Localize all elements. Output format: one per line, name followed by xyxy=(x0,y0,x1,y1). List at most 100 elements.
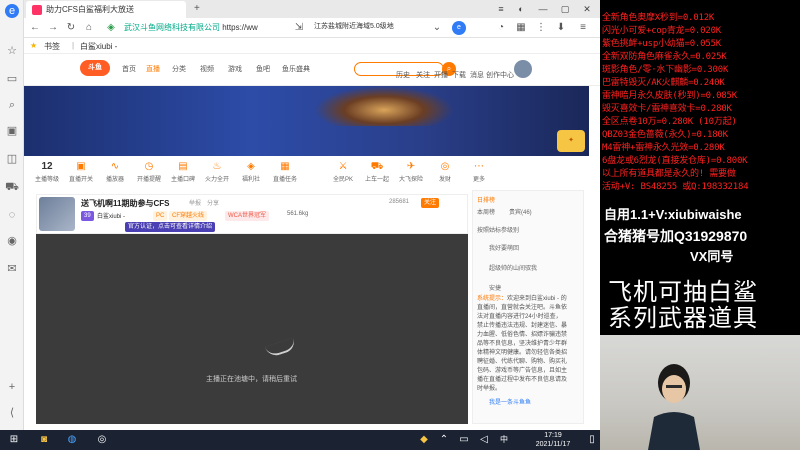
nav-live[interactable]: 直播 xyxy=(146,64,160,74)
nav-broadcast[interactable]: 开播 xyxy=(434,70,448,80)
volume-icon[interactable]: ◁ xyxy=(476,433,492,447)
more-icon[interactable]: ≡ xyxy=(576,21,590,35)
tag-pc[interactable]: PC xyxy=(153,211,168,221)
taskbar: ⊞ ◙ ◍ ◎ ◆ ⌃ ▭ ◁ 中 17:19 2021/11/17 ▯ xyxy=(0,430,600,450)
nav-video[interactable]: 视频 xyxy=(200,64,214,74)
anchor-name[interactable]: 白鲨xiubi - xyxy=(97,211,125,220)
tool-adventure[interactable]: ✈ 大飞探险 xyxy=(396,160,426,183)
chat-tab-vip[interactable]: 贵宾(46) xyxy=(509,207,532,216)
bookmark-item[interactable]: 白鲨xiubi - xyxy=(80,41,117,52)
minimize-icon[interactable]: — xyxy=(536,2,550,16)
tool-pk[interactable]: ⚔ 全民PK xyxy=(328,160,358,183)
tray-arrow-icon[interactable]: ⌃ xyxy=(436,433,452,447)
promo-badge[interactable]: ✦ xyxy=(557,130,585,152)
nav-festival[interactable]: 鱼乐盛典 xyxy=(282,64,310,74)
close-icon[interactable]: ✕ xyxy=(580,2,594,16)
nav-fishbar[interactable]: 鱼吧 xyxy=(256,64,270,74)
home-icon[interactable]: ⌂ xyxy=(82,21,96,35)
nav-category[interactable]: 分类 xyxy=(172,64,186,74)
fans-count: 285681 xyxy=(389,199,410,205)
tv-icon[interactable]: ▣ xyxy=(5,124,19,138)
book-icon[interactable]: ▭ xyxy=(5,72,19,86)
back-icon[interactable]: ← xyxy=(28,21,42,35)
chat-tab-week[interactable]: 本周榜 xyxy=(477,207,495,216)
tool-task[interactable]: ▦ 直播任务 xyxy=(270,160,300,183)
share-link[interactable]: 分享 xyxy=(207,198,219,207)
task-icon: ▦ xyxy=(280,161,290,172)
coin-icon: ◎ xyxy=(440,161,450,172)
search-engine-icon[interactable]: e xyxy=(452,21,466,35)
avatar[interactable] xyxy=(514,60,532,78)
tool-reputation[interactable]: ▤ 主播口碑 xyxy=(168,160,198,183)
ime-indicator[interactable]: 中 xyxy=(496,433,512,447)
apps-icon[interactable]: ⋮ xyxy=(534,21,548,35)
tool-live-switch[interactable]: ▣ 直播开关 xyxy=(66,160,96,183)
nav-history[interactable]: 历史 xyxy=(396,70,410,80)
new-tab-icon[interactable]: + xyxy=(194,3,200,14)
news-ticker[interactable]: 江苏盐城附近海域5.0级地 xyxy=(314,21,394,31)
user-icon[interactable]: ◔ xyxy=(494,21,508,35)
star-icon[interactable]: ☆ xyxy=(5,44,19,58)
price-line: QBZ03金色蔷薇(永久)=0.180K xyxy=(602,130,728,140)
official-badge[interactable]: 官方认证，点击可查看详情介绍 xyxy=(125,222,216,232)
clock[interactable]: 17:19 2021/11/17 xyxy=(528,431,578,449)
tool-anchor-level[interactable]: 12 主播等级 xyxy=(32,160,62,183)
app-icon[interactable]: ◙ xyxy=(36,433,52,447)
chat-row: 我好要萌回 xyxy=(489,246,520,252)
report-link[interactable]: 举报 xyxy=(189,198,201,207)
room-thumbnail[interactable] xyxy=(39,197,75,231)
cart-icon[interactable]: ⛟ xyxy=(5,180,19,194)
notification-icon[interactable]: ▯ xyxy=(584,433,600,447)
obs-icon[interactable]: ◎ xyxy=(94,433,110,447)
forward-icon[interactable]: → xyxy=(46,21,60,35)
nav-creator[interactable]: 创作中心 xyxy=(486,70,514,80)
contact-self-use: 自用1.1+V:xiubiwaishe xyxy=(604,207,742,222)
browser-logo-icon[interactable]: e xyxy=(5,4,19,18)
menu-icon[interactable]: ≡ xyxy=(494,2,508,16)
tray-icon[interactable]: ◆ xyxy=(416,433,432,447)
tool-firepower[interactable]: ♨ 火力全开 xyxy=(202,160,232,183)
clock-date: 2021/11/17 xyxy=(535,441,571,448)
nav-follow[interactable]: 关注 xyxy=(416,70,430,80)
chat-icon[interactable]: ◌ xyxy=(5,208,19,222)
nav-game[interactable]: 游戏 xyxy=(228,64,242,74)
expand-icon[interactable]: ⇲ xyxy=(292,21,306,35)
follow-button[interactable]: 关注 xyxy=(421,198,440,208)
tool-player[interactable]: ∿ 播放器 xyxy=(100,160,130,183)
bookmarks-label[interactable]: 书签 xyxy=(44,41,60,52)
skin-icon[interactable]: ◐ xyxy=(514,2,528,16)
collapse-icon[interactable]: ⟨ xyxy=(5,406,19,420)
sound-icon[interactable]: ◉ xyxy=(5,234,19,248)
tool-welfare[interactable]: ◈ 福利社 xyxy=(236,160,266,183)
nav-home[interactable]: 首页 xyxy=(122,64,136,74)
nav-download[interactable]: 下载 xyxy=(452,70,466,80)
maximize-icon[interactable]: ▢ xyxy=(558,2,572,16)
browser-tab[interactable]: 助力CFS白鲨福利大放送 xyxy=(26,1,186,18)
mail-icon[interactable]: ✉ xyxy=(5,262,19,276)
dropdown-icon[interactable]: ⌄ xyxy=(430,21,444,35)
download-icon[interactable]: ⬇ xyxy=(554,21,568,35)
plane-icon: ✈ xyxy=(406,161,416,172)
network-icon[interactable]: ▭ xyxy=(456,433,472,447)
refresh-icon[interactable]: ↻ xyxy=(64,21,78,35)
system-text: 欢迎来到白鲨xiubi - 的直播间，直营就会关注吧。斗鱼依法对直播内容进行24… xyxy=(477,296,568,392)
nav-message[interactable]: 消息 xyxy=(470,70,484,80)
video-player[interactable]: 主播正在池塘中，请稍后重试 xyxy=(36,234,468,424)
tool-ride[interactable]: ⛟ 上车一起 xyxy=(362,160,392,183)
box-icon[interactable]: ◫ xyxy=(5,152,19,166)
extension-icon[interactable]: ▦ xyxy=(514,21,528,35)
tool-fortune[interactable]: ◎ 发财 xyxy=(430,160,460,183)
site-logo[interactable]: 斗鱼 xyxy=(80,60,110,76)
url-text: https://ww xyxy=(222,23,258,32)
tag-wca[interactable]: WCA世界冠军 xyxy=(225,211,269,221)
tag-cf[interactable]: CF穿越火线 xyxy=(169,211,207,221)
search-icon[interactable]: ⌕ xyxy=(5,98,19,112)
browser-icon[interactable]: ◍ xyxy=(64,433,80,447)
tool-remind[interactable]: ◷ 开播提醒 xyxy=(134,160,164,183)
browser-sidebar: e ☆ ▭ ⌕ ▣ ◫ ⛟ ◌ ◉ ✉ + ⟨ xyxy=(0,0,24,430)
chat-tab-day[interactable]: 日排榜 xyxy=(477,195,495,204)
start-icon[interactable]: ⊞ xyxy=(6,433,22,447)
price-line: 以上所有道具都是永久的! 需要做 xyxy=(602,169,736,179)
add-icon[interactable]: + xyxy=(5,380,19,394)
tool-more[interactable]: ⋯ 更多 xyxy=(464,160,494,183)
